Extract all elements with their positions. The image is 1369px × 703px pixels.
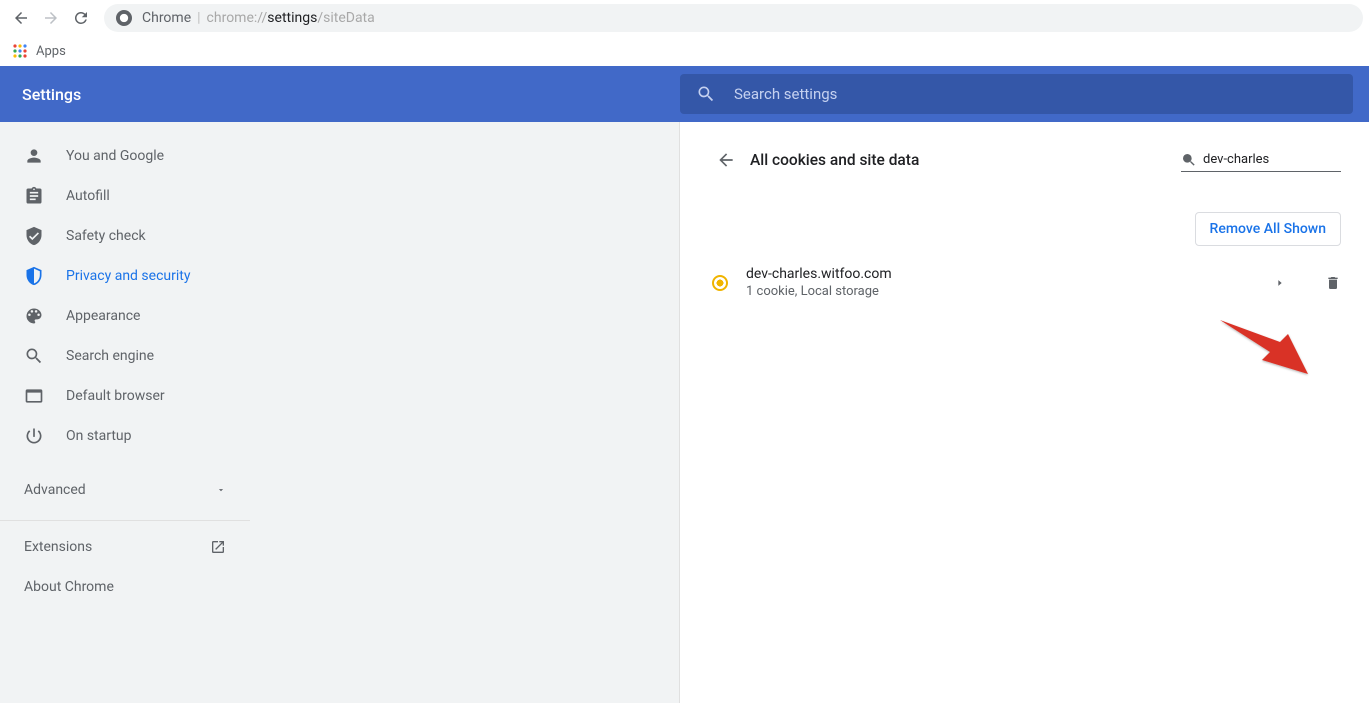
sidebar-divider [0, 520, 250, 521]
filter-box[interactable] [1181, 148, 1341, 172]
apps-shortcut[interactable]: Apps [12, 43, 66, 59]
sidebar-item-you-and-google[interactable]: You and Google [0, 136, 250, 176]
apps-shortcut-label: Apps [36, 44, 66, 59]
omnibox-brand: Chrome [142, 10, 191, 26]
site-domain: dev-charles.witfoo.com [746, 266, 1275, 282]
sidebar-item-autofill[interactable]: Autofill [0, 176, 250, 216]
browser-toolbar: Chrome | chrome://settings/siteData [0, 0, 1369, 36]
sidebar-item-label: Safety check [66, 228, 146, 244]
browser-icon [24, 386, 44, 406]
sidebar-item-default-browser[interactable]: Default browser [0, 376, 250, 416]
site-info-icon [116, 10, 132, 26]
sidebar-item-privacy-security[interactable]: Privacy and security [0, 256, 250, 296]
site-data-row[interactable]: dev-charles.witfoo.com 1 cookie, Local s… [708, 254, 1341, 311]
site-info: dev-charles.witfoo.com 1 cookie, Local s… [746, 266, 1275, 299]
sidebar-extensions-link[interactable]: Extensions [0, 527, 250, 567]
content-gutter [250, 122, 680, 703]
sidebar-item-label: Autofill [66, 188, 110, 204]
person-icon [24, 146, 44, 166]
expand-site-button[interactable] [1275, 278, 1285, 288]
shield-icon [24, 266, 44, 286]
settings-title: Settings [0, 85, 680, 104]
panel-title: All cookies and site data [750, 151, 1181, 169]
settings-header: Settings [0, 66, 1369, 122]
settings-sidebar: You and Google Autofill Safety check Pri… [0, 122, 250, 703]
site-detail: 1 cookie, Local storage [746, 284, 1275, 299]
shield-check-icon [24, 226, 44, 246]
sidebar-about-link[interactable]: About Chrome [0, 567, 250, 607]
back-button[interactable] [6, 3, 36, 33]
panel-back-button[interactable] [708, 142, 744, 178]
sidebar-item-on-startup[interactable]: On startup [0, 416, 250, 456]
sidebar-item-label: You and Google [66, 148, 164, 164]
omnibox-divider: | [197, 10, 200, 26]
sidebar-extensions-label: Extensions [24, 539, 92, 555]
search-icon [24, 346, 44, 366]
omnibox-url-highlight: settings [267, 10, 317, 26]
open-in-new-icon [210, 539, 226, 555]
sidebar-item-search-engine[interactable]: Search engine [0, 336, 250, 376]
sidebar-item-label: On startup [66, 428, 132, 444]
site-favicon [712, 275, 728, 291]
reload-button[interactable] [66, 3, 96, 33]
search-settings-box[interactable] [680, 74, 1353, 114]
remove-all-row: Remove All Shown [708, 212, 1341, 246]
omnibox[interactable]: Chrome | chrome://settings/siteData [104, 4, 1363, 32]
annotation-arrow [1220, 320, 1310, 380]
filter-input[interactable] [1203, 148, 1369, 171]
omnibox-url-rest: /siteData [317, 10, 374, 26]
content-area: You and Google Autofill Safety check Pri… [0, 122, 1369, 703]
sidebar-item-label: Appearance [66, 308, 140, 324]
sidebar-about-label: About Chrome [24, 579, 114, 595]
sidebar-item-appearance[interactable]: Appearance [0, 296, 250, 336]
palette-icon [24, 306, 44, 326]
sidebar-advanced-label: Advanced [24, 482, 86, 498]
sidebar-item-label: Privacy and security [66, 268, 190, 284]
panel-header: All cookies and site data [708, 142, 1341, 178]
remove-all-shown-button[interactable]: Remove All Shown [1195, 212, 1341, 246]
sidebar-advanced-toggle[interactable]: Advanced [0, 466, 250, 514]
delete-site-data-button[interactable] [1325, 275, 1341, 291]
site-data-panel: All cookies and site data Remove All Sho… [680, 122, 1369, 703]
forward-button[interactable] [36, 3, 66, 33]
search-icon [696, 84, 716, 104]
search-icon [1181, 152, 1197, 168]
omnibox-url-scheme: chrome:// [207, 10, 268, 26]
search-settings-input[interactable] [734, 85, 1337, 103]
sidebar-item-safety-check[interactable]: Safety check [0, 216, 250, 256]
apps-grid-icon [12, 43, 28, 59]
chevron-down-icon [216, 485, 226, 495]
bookmarks-bar: Apps [0, 36, 1369, 66]
power-icon [24, 426, 44, 446]
sidebar-item-label: Search engine [66, 348, 154, 364]
clipboard-icon [24, 186, 44, 206]
sidebar-item-label: Default browser [66, 388, 165, 404]
